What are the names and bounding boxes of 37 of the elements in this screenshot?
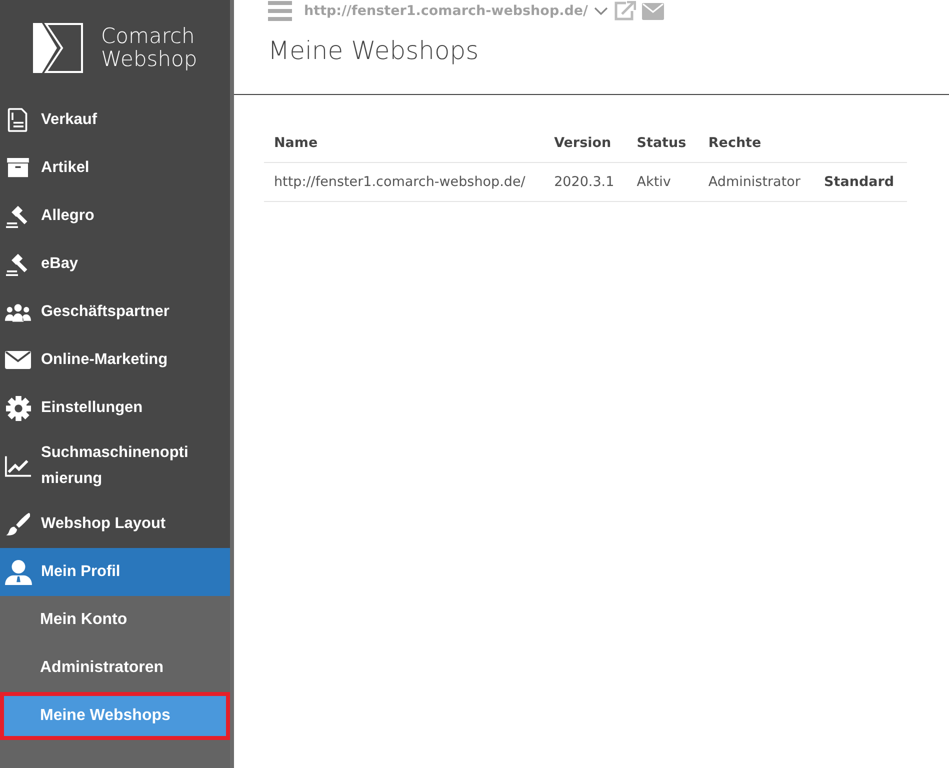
nav-item[interactable]: Geschäftspartner <box>0 288 230 336</box>
nav-item[interactable]: Online-Marketing <box>0 336 230 384</box>
menu-icon[interactable] <box>268 1 292 21</box>
external-link-icon[interactable] <box>614 1 636 21</box>
nav-item[interactable]: Artikel <box>0 144 230 192</box>
nav-item[interactable]: Mein Profil <box>0 548 230 596</box>
logo-icon <box>33 23 83 73</box>
gavel-icon <box>6 204 30 228</box>
table-cell: Standard <box>824 174 894 190</box>
chart-icon <box>5 456 31 476</box>
column-header: Name <box>274 135 318 151</box>
column-header: Rechte <box>708 135 762 151</box>
nav-item[interactable]: Allegro <box>0 192 230 240</box>
column-header: Status <box>636 135 686 151</box>
nav-item[interactable]: Webshop Layout <box>0 500 230 548</box>
nav-item[interactable]: eBay <box>0 240 230 288</box>
chevron-down-icon[interactable] <box>594 7 608 15</box>
table-cell: Administrator <box>708 174 800 190</box>
nav-item[interactable]: Verkauf <box>0 96 230 144</box>
table-cell: 2020.3.1 <box>554 174 614 190</box>
user-icon <box>4 560 32 584</box>
gavel-icon <box>6 252 30 276</box>
mail-icon[interactable] <box>642 2 664 20</box>
archive-icon <box>7 158 29 178</box>
logo-text: Comarch <box>101 25 196 48</box>
column-header: Version <box>554 135 612 151</box>
brush-icon <box>6 512 30 536</box>
logo-text: Webshop <box>101 48 198 71</box>
page-title: Meine Webshops <box>268 36 480 65</box>
users-icon <box>5 302 31 322</box>
mail-icon <box>5 351 31 369</box>
table-cell: http://fenster1.comarch-webshop.de/ <box>274 174 526 190</box>
nav-item[interactable]: Einstellungen <box>0 384 230 432</box>
receipt-icon <box>7 107 29 133</box>
gear-icon <box>6 396 30 420</box>
nav-item[interactable]: Suchmaschinenoptimierung <box>0 432 230 500</box>
table-cell: Aktiv <box>636 174 671 190</box>
